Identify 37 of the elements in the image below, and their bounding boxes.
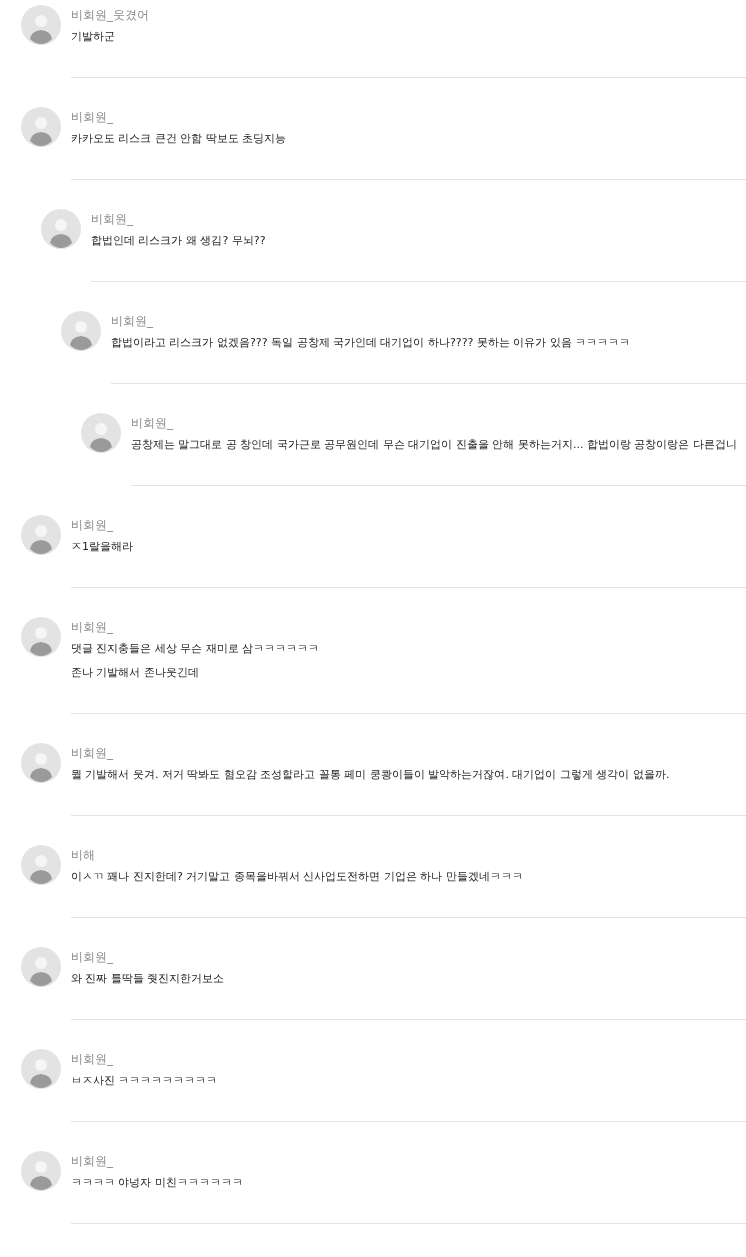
- author-name: 비회원_: [111, 313, 154, 329]
- avatar-icon: [21, 845, 61, 885]
- avatar-icon: [21, 947, 61, 987]
- avatar-icon: [41, 209, 81, 249]
- comment-text: 존나 기발해서 존나웃긴데: [71, 665, 200, 681]
- avatar-icon: [21, 5, 61, 45]
- avatar-icon: [21, 515, 61, 555]
- avatar-icon: [21, 1151, 61, 1191]
- avatar-icon: [21, 107, 61, 147]
- comment-text: ㅂㅈ사진 ㅋㅋㅋㅋㅋㅋㅋㅋㅋ: [71, 1073, 219, 1089]
- author-name: 비해: [71, 847, 96, 863]
- comment-text: 와 진짜 틀딱들 줫진지한거보소: [71, 971, 226, 987]
- author-name: 비회원_: [71, 517, 114, 533]
- author-name: 비회원_: [71, 949, 114, 965]
- comment-text: ㅋㅋㅋㅋ 야넝자 미친ㅋㅋㅋㅋㅋㅋ: [71, 1175, 244, 1191]
- comment-text: 이ㅅㄲ 꽤나 진지한데? 거기말고 종목을바꿔서 신사업도전하면 기업은 하나 만들겠네ㅋㅋㅋ: [71, 869, 524, 885]
- author-name: 비회원_: [71, 619, 114, 635]
- comment-text: 댓글 진지충들은 세상 무슨 재미로 삼ㅋㅋㅋㅋㅋㅋ: [71, 641, 321, 657]
- author-name: 비회원_웃겼어: [71, 7, 150, 23]
- author-name: 비회원_: [71, 109, 114, 125]
- avatar-icon: [21, 743, 61, 783]
- comment-text: 공창제는 말그대로 공 창인데 국가근로 공무원인데 무슨 대기업이 진출을 안해 못하는거지... 합법이랑 공창이랑은 다른겁니: [131, 437, 738, 453]
- author-name: 비회원_: [71, 745, 114, 761]
- author-name: 비회원_: [91, 211, 134, 227]
- avatar-icon: [21, 617, 61, 657]
- comment-text: 합법이라고 리스크가 없겠음??? 독일 공창제 국가인데 대기업이 하나???? 못하는 이유가 있음 ㅋㅋㅋㅋㅋ: [111, 335, 632, 351]
- avatar-icon: [21, 1049, 61, 1089]
- comment-text: 뭘 기발해서 웃겨. 저거 딱봐도 혐오감 조성할라고 꼴통 페미 쿵쾅이들이 발악하는거잖여. 대기업이 그렇게 생각이 없을까.: [71, 767, 671, 783]
- author-name: 비회원_: [71, 1051, 114, 1067]
- comment-text: 합법인데 리스크가 왜 생김? 무뇌??: [91, 233, 267, 249]
- author-name: 비회원_: [131, 415, 174, 431]
- comment-text: 카카오도 리스크 큰건 안함 딱보도 초딩지능: [71, 131, 288, 147]
- avatar-icon: [81, 413, 121, 453]
- comment-text: ㅈ1랄을해라: [71, 539, 134, 555]
- comment-text: 기발하군: [71, 29, 116, 45]
- avatar-icon: [61, 311, 101, 351]
- author-name: 비회원_: [71, 1153, 114, 1169]
